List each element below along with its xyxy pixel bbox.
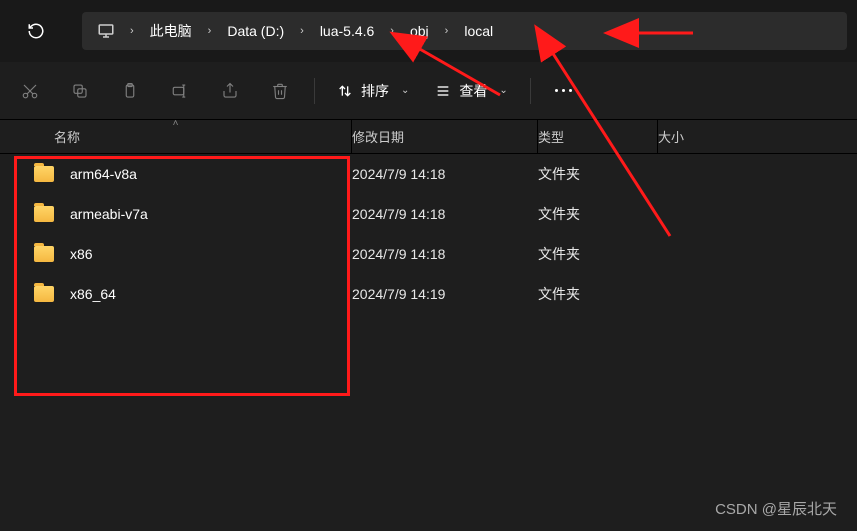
view-icon (435, 83, 451, 99)
file-name: x86_64 (70, 286, 116, 302)
header-date-label: 修改日期 (352, 127, 404, 146)
dot-icon (569, 89, 572, 92)
monitor-icon (92, 17, 120, 45)
chevron-right-icon: › (198, 25, 222, 37)
paste-button[interactable] (108, 69, 152, 113)
file-date: 2024/7/9 14:18 (352, 206, 538, 222)
folder-icon (34, 166, 54, 182)
dot-icon (555, 89, 558, 92)
file-name: arm64-v8a (70, 166, 137, 182)
list-item[interactable]: armeabi-v7a 2024/7/9 14:18 文件夹 (0, 194, 857, 234)
list-item[interactable]: x86_64 2024/7/9 14:19 文件夹 (0, 274, 857, 314)
crumb-local[interactable]: local (458, 19, 499, 43)
sort-icon (337, 83, 353, 99)
divider (314, 78, 315, 104)
file-type: 文件夹 (538, 164, 658, 184)
sort-button[interactable]: 排序 ⌄ (327, 75, 419, 107)
dot-icon (562, 89, 565, 92)
file-type: 文件夹 (538, 204, 658, 224)
header-type[interactable]: 类型 (538, 120, 658, 153)
refresh-button[interactable] (16, 11, 56, 51)
chevron-right-icon: › (120, 25, 144, 37)
file-date: 2024/7/9 14:18 (352, 166, 538, 182)
watermark: CSDN @星辰北天 (715, 498, 837, 519)
header-name-label: 名称 (54, 127, 80, 146)
list-item[interactable]: arm64-v8a 2024/7/9 14:18 文件夹 (0, 154, 857, 194)
file-name: x86 (70, 246, 93, 262)
address-bar: › 此电脑 › Data (D:) › lua-5.4.6 › obj › lo… (0, 0, 857, 62)
chevron-right-icon: › (290, 25, 314, 37)
view-button[interactable]: 查看 ⌄ (425, 75, 517, 107)
folder-icon (34, 286, 54, 302)
list-item[interactable]: x86 2024/7/9 14:18 文件夹 (0, 234, 857, 274)
folder-icon (34, 206, 54, 222)
divider (530, 78, 531, 104)
refresh-icon (27, 22, 45, 40)
view-label: 查看 (459, 81, 487, 101)
share-button[interactable] (208, 69, 252, 113)
rename-icon (171, 82, 189, 100)
copy-button[interactable] (58, 69, 102, 113)
header-date[interactable]: 修改日期 (352, 120, 538, 153)
file-name: armeabi-v7a (70, 206, 148, 222)
chevron-right-icon: › (380, 25, 404, 37)
crumb-data-d[interactable]: Data (D:) (221, 19, 290, 43)
chevron-down-icon: ⌄ (499, 85, 507, 96)
rename-button[interactable] (158, 69, 202, 113)
sort-asc-icon: ˄ (173, 118, 179, 129)
trash-icon (271, 82, 289, 100)
folder-icon (34, 246, 54, 262)
paste-icon (121, 82, 139, 100)
file-date: 2024/7/9 14:19 (352, 286, 538, 302)
copy-icon (71, 82, 89, 100)
chevron-down-icon: ⌄ (401, 85, 409, 96)
sort-label: 排序 (361, 81, 389, 101)
header-size-label: 大小 (658, 130, 684, 145)
crumb-obj[interactable]: obj (404, 19, 435, 43)
crumb-lua[interactable]: lua-5.4.6 (314, 19, 380, 43)
chevron-right-icon: › (435, 25, 459, 37)
file-type: 文件夹 (538, 244, 658, 264)
file-list: arm64-v8a 2024/7/9 14:18 文件夹 armeabi-v7a… (0, 154, 857, 314)
crumb-this-pc[interactable]: 此电脑 (144, 17, 198, 45)
column-headers: ˄ 名称 修改日期 类型 大小 (0, 120, 857, 154)
delete-button[interactable] (258, 69, 302, 113)
cut-button[interactable] (8, 69, 52, 113)
share-icon (221, 82, 239, 100)
header-type-label: 类型 (538, 127, 564, 146)
toolbar: 排序 ⌄ 查看 ⌄ (0, 62, 857, 120)
file-type: 文件夹 (538, 284, 658, 304)
more-button[interactable] (543, 83, 584, 98)
file-date: 2024/7/9 14:18 (352, 246, 538, 262)
cut-icon (21, 82, 39, 100)
header-name[interactable]: ˄ 名称 (0, 120, 352, 153)
header-size[interactable]: 大小 (658, 127, 857, 146)
breadcrumb[interactable]: › 此电脑 › Data (D:) › lua-5.4.6 › obj › lo… (82, 12, 847, 50)
